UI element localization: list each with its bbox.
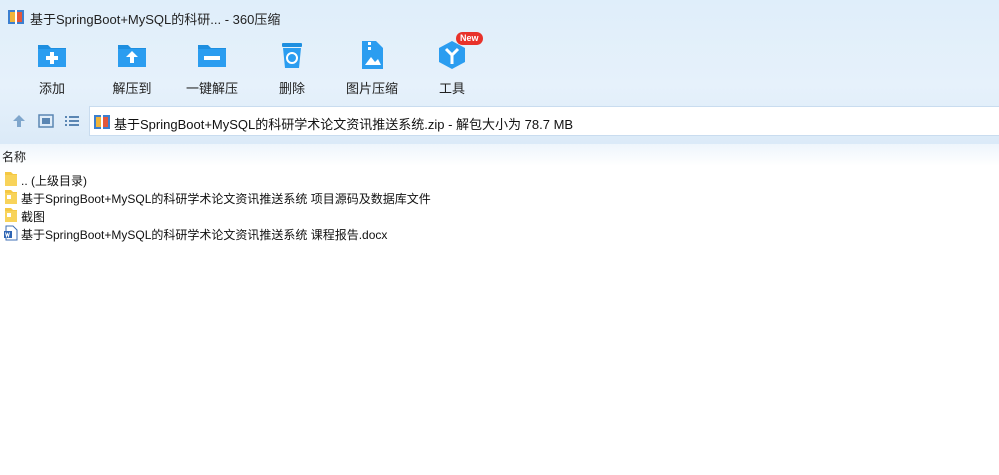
delete-button[interactable]: 删除 xyxy=(252,36,332,100)
word-document-icon xyxy=(4,225,18,241)
new-badge: New xyxy=(456,32,483,45)
one-click-extract-icon xyxy=(198,45,226,67)
zip-app-icon xyxy=(8,10,24,24)
zip-file-icon xyxy=(94,115,110,129)
add-button[interactable]: 添加 xyxy=(12,36,92,100)
extract-to-label: 解压到 xyxy=(112,81,152,96)
folder-icon xyxy=(5,190,17,204)
header-area: 基于SpringBoot+MySQL的科研... - 360压缩 添加 解压到 … xyxy=(0,0,999,144)
delete-label: 删除 xyxy=(278,81,305,96)
window-title: 基于SpringBoot+MySQL的科研... - 360压缩 xyxy=(30,12,281,27)
folder-icon xyxy=(5,208,17,222)
list-view-icon[interactable] xyxy=(63,112,81,130)
file-name: 截图 xyxy=(21,210,46,224)
list-item-parent-dir[interactable]: .. (上级目录) xyxy=(0,170,999,188)
list-item[interactable]: 基于SpringBoot+MySQL的科研学术论文资讯推送系统 课程报告.doc… xyxy=(0,224,999,242)
address-bar[interactable]: 基于SpringBoot+MySQL的科研学术论文资讯推送系统.zip - 解包… xyxy=(89,106,999,136)
tools-button[interactable]: New 工具 xyxy=(412,32,492,100)
up-arrow-icon[interactable] xyxy=(10,112,28,130)
title-bar[interactable]: 基于SpringBoot+MySQL的科研... - 360压缩 xyxy=(0,0,999,34)
file-name: 基于SpringBoot+MySQL的科研学术论文资讯推送系统 课程报告.doc… xyxy=(21,228,388,242)
one-click-extract-label: 一键解压 xyxy=(185,81,238,96)
file-name: 基于SpringBoot+MySQL的科研学术论文资讯推送系统 项目源码及数据库… xyxy=(21,192,431,206)
file-name: .. (上级目录) xyxy=(21,174,87,188)
add-icon xyxy=(38,45,66,67)
image-compress-icon xyxy=(362,41,383,69)
extract-to-icon xyxy=(118,45,146,67)
tools-label: 工具 xyxy=(438,81,465,96)
navigation-row: 基于SpringBoot+MySQL的科研学术论文资讯推送系统.zip - 解包… xyxy=(0,106,999,136)
column-name-label: 名称 xyxy=(2,150,27,164)
list-item[interactable]: 截图 xyxy=(0,206,999,224)
app-window: 基于SpringBoot+MySQL的科研... - 360压缩 添加 解压到 … xyxy=(0,0,999,475)
folder-icon xyxy=(5,172,17,186)
one-click-extract-button[interactable]: 一键解压 xyxy=(172,36,252,100)
thumbnail-view-icon[interactable] xyxy=(37,112,55,130)
image-compress-button[interactable]: 图片压缩 xyxy=(332,36,412,100)
extract-to-button[interactable]: 解压到 xyxy=(92,36,172,100)
file-list: 名称 .. (上级目录) 基于SpringBoot+MySQL的科研学术论文资讯… xyxy=(0,144,999,475)
image-compress-label: 图片压缩 xyxy=(345,81,398,96)
add-label: 添加 xyxy=(38,81,65,96)
list-item[interactable]: 基于SpringBoot+MySQL的科研学术论文资讯推送系统 项目源码及数据库… xyxy=(0,188,999,206)
address-text: 基于SpringBoot+MySQL的科研学术论文资讯推送系统.zip - 解包… xyxy=(114,117,574,132)
toolbar: 添加 解压到 一键解压 删除 图片压缩 New 工具 xyxy=(0,32,999,100)
column-header-name[interactable]: 名称 xyxy=(0,144,999,166)
delete-icon xyxy=(282,43,302,68)
